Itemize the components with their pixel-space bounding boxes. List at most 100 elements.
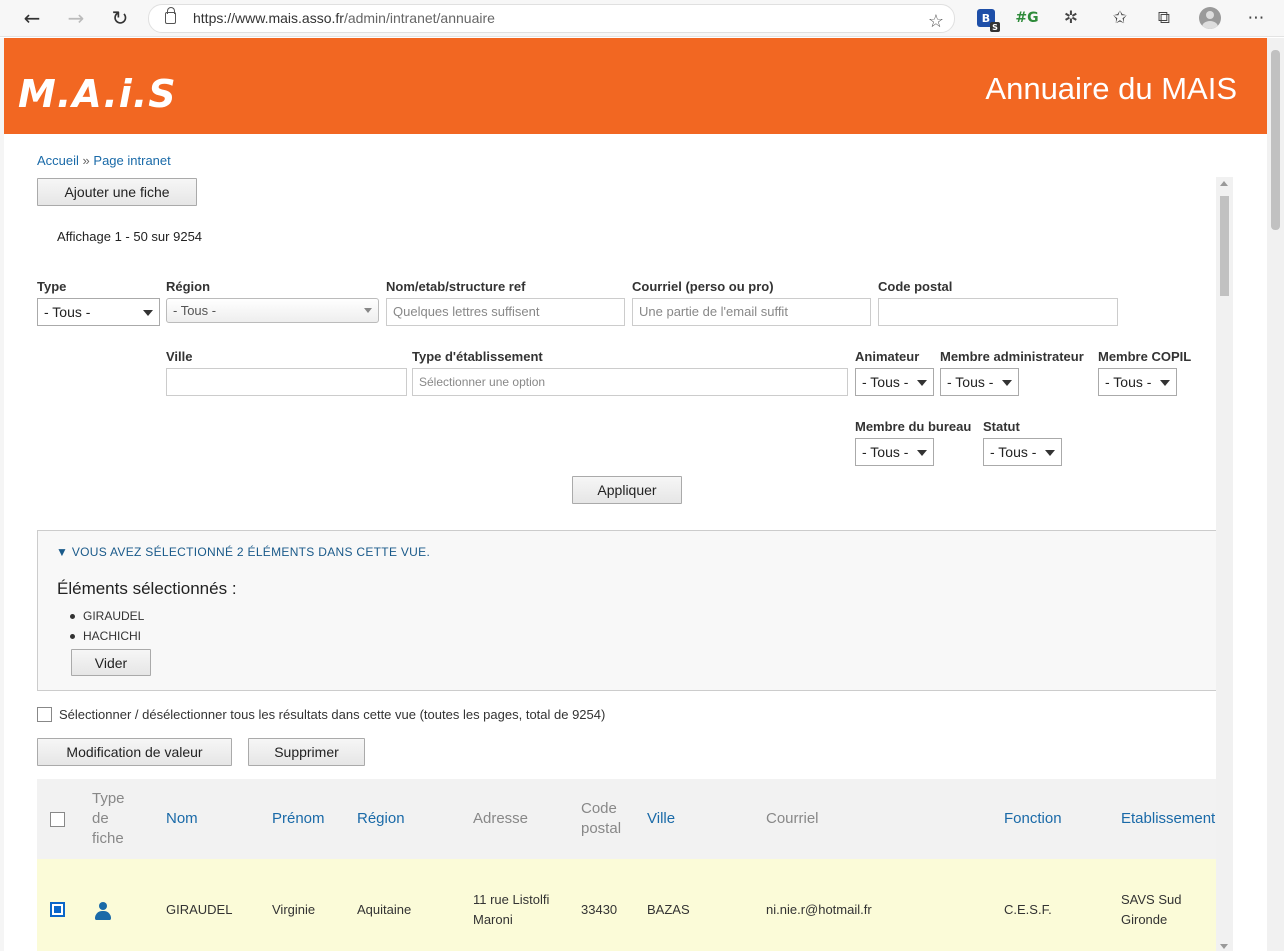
selection-summary-toggle[interactable]: ▼ Vous avez sélectionné 2 éléments dans … xyxy=(56,545,430,559)
row-select-checkbox[interactable] xyxy=(50,902,65,917)
filter-email-input[interactable]: Une partie de l'email suffit xyxy=(632,298,871,326)
filter-type-label: Type xyxy=(37,279,67,294)
site-title: Annuaire du MAIS xyxy=(985,71,1237,106)
browser-toolbar: ← → ↻ https://www.mais.asso.fr/admin/int… xyxy=(0,0,1284,37)
filter-status-value: - Tous - xyxy=(990,444,1037,460)
breadcrumb-home-link[interactable]: Accueil xyxy=(37,153,79,168)
page-scrollbar-thumb[interactable] xyxy=(1271,50,1280,230)
profile-avatar-icon[interactable] xyxy=(1196,5,1224,31)
row-establishment-line: SAVS Sud xyxy=(1121,892,1182,907)
filter-establishment-type-label: Type d'établissement xyxy=(412,349,543,364)
table-header: Type de fiche Nom Prénom Région Adresse … xyxy=(37,779,1217,859)
extension-badge-icon[interactable]: BS xyxy=(972,5,1000,32)
selected-item: HACHICHI xyxy=(69,629,142,643)
filter-establishment-type-input[interactable]: Sélectionner une option xyxy=(412,368,848,396)
column-function-sort-link[interactable]: Fonction xyxy=(1004,809,1062,829)
filter-type-select[interactable]: - Tous - xyxy=(37,298,160,326)
table-row[interactable]: GIRAUDEL Virginie Aquitaine 11 rue Listo… xyxy=(37,859,1217,951)
column-name-sort-link[interactable]: Nom xyxy=(166,809,198,829)
reload-icon[interactable]: ↻ xyxy=(105,4,135,32)
filter-name-input[interactable]: Quelques lettres suffisent xyxy=(386,298,625,326)
filter-status-label: Statut xyxy=(983,419,1020,434)
chevron-down-icon xyxy=(1002,380,1012,386)
column-address: Adresse xyxy=(473,810,529,827)
filter-bureau-member-value: - Tous - xyxy=(862,444,909,460)
modify-value-button[interactable]: Modification de valeur xyxy=(37,738,232,766)
lock-icon[interactable] xyxy=(165,7,176,24)
url-host: https://www.mais.asso.fr xyxy=(193,10,344,26)
url-path: /admin/intranet/annuaire xyxy=(343,10,495,26)
more-menu-icon[interactable]: ⋯ xyxy=(1242,5,1270,31)
page-content: M.A.i.S Annuaire du MAIS Accueil » Page … xyxy=(4,38,1267,951)
delete-button[interactable]: Supprimer xyxy=(248,738,365,766)
filter-animator-select[interactable]: - Tous - xyxy=(855,368,934,396)
filter-region-label: Région xyxy=(166,279,211,294)
breadcrumb: Accueil » Page intranet xyxy=(37,153,171,168)
column-postcode: Code postal xyxy=(581,799,621,839)
page-scrollbar[interactable] xyxy=(1267,38,1284,951)
filter-postcode-label: Code postal xyxy=(878,279,953,294)
filter-city-input[interactable] xyxy=(166,368,407,396)
column-type: Type de fiche xyxy=(92,789,125,849)
row-establishment: SAVS Sud Gironde xyxy=(1121,890,1181,930)
filter-status-select[interactable]: - Tous - xyxy=(983,438,1062,466)
select-all-checkbox[interactable] xyxy=(37,707,52,722)
breadcrumb-separator: » xyxy=(82,153,90,168)
filter-admin-member-value: - Tous - xyxy=(947,374,994,390)
filter-bureau-member-label: Membre du bureau xyxy=(855,419,972,434)
collections-icon[interactable]: ⧉ xyxy=(1150,5,1178,31)
row-establishment-line: Gironde xyxy=(1121,912,1168,927)
scroll-up-icon[interactable] xyxy=(1220,181,1228,186)
filter-admin-member-select[interactable]: - Tous - xyxy=(940,368,1019,396)
column-postcode-line: Code xyxy=(581,800,617,817)
select-all-label[interactable]: Sélectionner / désélectionner tous les r… xyxy=(59,707,605,722)
selected-item: GIRAUDEL xyxy=(69,609,145,623)
row-postcode: 33430 xyxy=(581,902,618,917)
filter-copil-member-value: - Tous - xyxy=(1105,374,1152,390)
add-record-button[interactable]: Ajouter une fiche xyxy=(37,178,197,206)
address-bar[interactable]: https://www.mais.asso.fr/admin/intranet/… xyxy=(148,4,955,33)
selection-title: Éléments sélectionnés : xyxy=(57,579,237,598)
chevron-down-icon xyxy=(917,380,927,386)
row-name-link[interactable]: GIRAUDEL xyxy=(166,900,232,920)
extensions-puzzle-icon[interactable]: ✲ xyxy=(1057,5,1085,31)
person-icon xyxy=(94,902,112,920)
pager-summary: Affichage 1 - 50 sur 9254 xyxy=(57,229,203,244)
column-region-sort-link[interactable]: Région xyxy=(357,809,405,829)
forward-arrow-icon[interactable]: → xyxy=(61,4,91,32)
extension-hashtag-icon[interactable]: #G xyxy=(1013,5,1041,31)
column-firstname-sort-link[interactable]: Prénom xyxy=(272,809,325,829)
row-email: ni.nie.r@hotmail.fr xyxy=(766,902,872,917)
filter-bureau-member-select[interactable]: - Tous - xyxy=(855,438,934,466)
scroll-down-icon[interactable] xyxy=(1220,944,1228,949)
site-banner: M.A.i.S Annuaire du MAIS xyxy=(4,38,1267,134)
filter-animator-value: - Tous - xyxy=(862,374,909,390)
filter-city-label: Ville xyxy=(166,349,193,364)
filter-copil-member-select[interactable]: - Tous - xyxy=(1098,368,1177,396)
column-establishment-sort-link[interactable]: Etablissement xyxy=(1121,809,1215,829)
row-address-line: Maroni xyxy=(473,912,513,927)
back-arrow-icon[interactable]: ← xyxy=(17,4,47,32)
breadcrumb-current-link[interactable]: Page intranet xyxy=(93,153,170,168)
content-scrollbar[interactable] xyxy=(1216,177,1233,951)
site-logo[interactable]: M.A.i.S xyxy=(18,72,177,116)
filter-region-select[interactable]: - Tous - xyxy=(166,298,379,323)
selection-panel: ▼ Vous avez sélectionné 2 éléments dans … xyxy=(37,530,1217,691)
filter-region-value: - Tous - xyxy=(173,303,217,318)
row-firstname: Virginie xyxy=(272,902,316,917)
header-select-checkbox[interactable] xyxy=(50,812,65,827)
chevron-down-icon xyxy=(143,310,153,316)
filter-copil-member-label: Membre COPIL xyxy=(1098,349,1192,364)
column-type-line: de xyxy=(92,810,109,827)
add-favorite-icon[interactable]: ☆ xyxy=(928,8,944,35)
favorites-icon[interactable]: ✩ xyxy=(1106,5,1134,31)
chevron-down-icon xyxy=(364,308,372,313)
content-scrollbar-thumb[interactable] xyxy=(1220,196,1229,296)
row-address: 11 rue Listolfi Maroni xyxy=(473,890,549,930)
filter-name-label: Nom/etab/structure ref xyxy=(386,279,526,294)
triangle-down-icon: ▼ xyxy=(56,545,69,559)
clear-selection-button[interactable]: Vider xyxy=(71,649,151,676)
filter-postcode-input[interactable] xyxy=(878,298,1118,326)
apply-filters-button[interactable]: Appliquer xyxy=(572,476,682,504)
column-city-sort-link[interactable]: Ville xyxy=(647,809,675,829)
